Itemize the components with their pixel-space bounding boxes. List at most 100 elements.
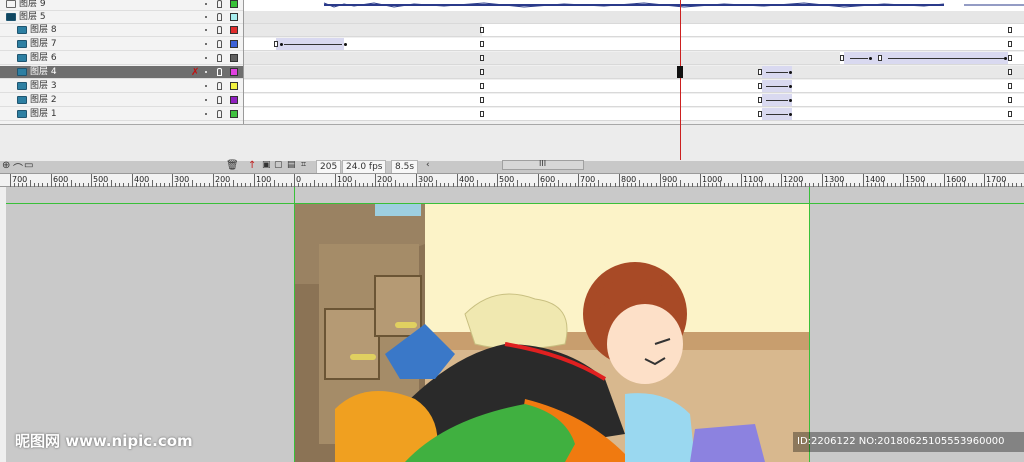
- lock-icon[interactable]: [217, 40, 222, 48]
- layer-row-8[interactable]: 图层 8: [0, 24, 243, 37]
- layer-color-swatch[interactable]: [230, 40, 238, 48]
- visible-dot-icon[interactable]: [205, 85, 207, 87]
- visible-dot-icon[interactable]: [205, 99, 207, 101]
- lock-icon[interactable]: [217, 96, 222, 104]
- layer-row-1[interactable]: 图层 1: [0, 108, 243, 121]
- visible-dot-icon[interactable]: [205, 16, 207, 18]
- frame-row-3[interactable]: [244, 80, 1024, 93]
- visible-dot-icon[interactable]: [205, 71, 207, 73]
- edit-multiple-frames-icon[interactable]: ▤: [287, 160, 296, 170]
- layer-row-5[interactable]: 图层 5: [0, 11, 243, 24]
- keyframe[interactable]: [480, 41, 484, 47]
- keyframe[interactable]: [840, 55, 844, 61]
- ruler-tick: [781, 174, 782, 187]
- lock-icon[interactable]: [217, 26, 222, 34]
- layer-color-swatch[interactable]: [230, 0, 238, 8]
- frame-row-6[interactable]: [244, 52, 1024, 65]
- keyframe[interactable]: [1008, 55, 1012, 61]
- lock-icon[interactable]: [217, 13, 222, 21]
- trash-icon[interactable]: 🗑: [226, 160, 239, 171]
- ruler-minor-tick: [883, 180, 884, 187]
- keyframe[interactable]: [878, 55, 882, 61]
- ruler-minor-tick: [355, 180, 356, 187]
- timeline-horizontal-scrollbar[interactable]: III: [502, 159, 584, 170]
- keyframe[interactable]: [480, 83, 484, 89]
- modify-markers-icon[interactable]: ⌗: [301, 160, 306, 170]
- ruler-tick: [172, 174, 173, 187]
- layer-color-swatch[interactable]: [230, 68, 238, 76]
- keyframe-dot: [789, 113, 792, 116]
- center-frame-icon[interactable]: ↑: [248, 160, 256, 171]
- frame-grid[interactable]: [244, 0, 1024, 124]
- keyframe[interactable]: [758, 97, 762, 103]
- playhead-marker[interactable]: [677, 66, 683, 78]
- keyframe[interactable]: [480, 69, 484, 75]
- visible-dot-icon[interactable]: [205, 43, 207, 45]
- keyframe[interactable]: [480, 27, 484, 33]
- frame-row-7[interactable]: [244, 38, 1024, 51]
- keyframe[interactable]: [274, 41, 278, 47]
- keyframe[interactable]: [758, 69, 762, 75]
- layer-color-swatch[interactable]: [230, 54, 238, 62]
- layer-row-7[interactable]: 图层 7: [0, 38, 243, 51]
- visible-dot-icon[interactable]: [205, 113, 207, 115]
- add-layer-icon[interactable]: ⊕: [2, 160, 10, 171]
- keyframe[interactable]: [758, 111, 762, 117]
- layer-name: 图层 9: [19, 0, 46, 9]
- keyframe[interactable]: [1008, 69, 1012, 75]
- scroll-left-arrow-icon[interactable]: ‹: [426, 160, 430, 170]
- lock-icon[interactable]: [217, 110, 222, 118]
- layer-name: 图层 1: [30, 109, 57, 119]
- layer-row-9[interactable]: 图层 9: [0, 0, 243, 11]
- layer-color-swatch[interactable]: [230, 13, 238, 21]
- layer-folder-icon: [6, 13, 16, 21]
- keyframe[interactable]: [758, 83, 762, 89]
- keyframe[interactable]: [480, 55, 484, 61]
- add-folder-icon[interactable]: ▭: [24, 160, 33, 171]
- layer-row-4[interactable]: 图层 4 ✗: [0, 66, 243, 79]
- visible-dot-icon[interactable]: [205, 3, 207, 5]
- ruler-tick: [375, 174, 376, 187]
- onion-skin-outline-icon[interactable]: ▢: [274, 160, 283, 170]
- ruler-minor-tick: [314, 180, 315, 187]
- keyframe[interactable]: [480, 111, 484, 117]
- visible-dot-icon[interactable]: [205, 57, 207, 59]
- tween-arrow: [766, 72, 788, 73]
- audio-waveform: [244, 0, 1024, 11]
- layer-row-2[interactable]: 图层 2: [0, 94, 243, 107]
- keyframe[interactable]: [1008, 97, 1012, 103]
- keyframe[interactable]: [1008, 111, 1012, 117]
- lock-icon[interactable]: [217, 54, 222, 62]
- keyframe-dot: [344, 43, 347, 46]
- playhead[interactable]: [680, 0, 681, 160]
- ruler-tick: [497, 174, 498, 187]
- frame-row-5[interactable]: [244, 11, 1024, 24]
- keyframe[interactable]: [1008, 41, 1012, 47]
- ruler-tick: [619, 174, 620, 187]
- layer-row-3[interactable]: 图层 3: [0, 80, 243, 93]
- keyframe[interactable]: [480, 97, 484, 103]
- onion-skin-icon[interactable]: ▣: [262, 160, 271, 170]
- frame-row-8[interactable]: [244, 24, 1024, 37]
- lock-icon[interactable]: [217, 0, 222, 8]
- layer-row-6[interactable]: 图层 6: [0, 52, 243, 65]
- tween-arrow: [284, 44, 342, 45]
- layer-page-icon: [6, 0, 16, 8]
- stage-pasteboard[interactable]: [6, 187, 1024, 462]
- keyframe[interactable]: [1008, 27, 1012, 33]
- frame-row-1[interactable]: [244, 108, 1024, 121]
- layer-color-swatch[interactable]: [230, 96, 238, 104]
- horizontal-guide-line[interactable]: [6, 203, 1024, 204]
- layer-color-swatch[interactable]: [230, 26, 238, 34]
- vertical-guide-line-left[interactable]: [294, 187, 295, 462]
- visible-dot-icon[interactable]: [205, 29, 207, 31]
- frame-row-2[interactable]: [244, 94, 1024, 107]
- vertical-guide-line-right[interactable]: [809, 187, 810, 462]
- frame-row-4[interactable]: [244, 66, 1024, 79]
- lock-icon[interactable]: [217, 82, 222, 90]
- stage-canvas[interactable]: [295, 204, 809, 462]
- layer-color-swatch[interactable]: [230, 82, 238, 90]
- keyframe[interactable]: [1008, 83, 1012, 89]
- layer-color-swatch[interactable]: [230, 110, 238, 118]
- lock-icon[interactable]: [217, 68, 222, 76]
